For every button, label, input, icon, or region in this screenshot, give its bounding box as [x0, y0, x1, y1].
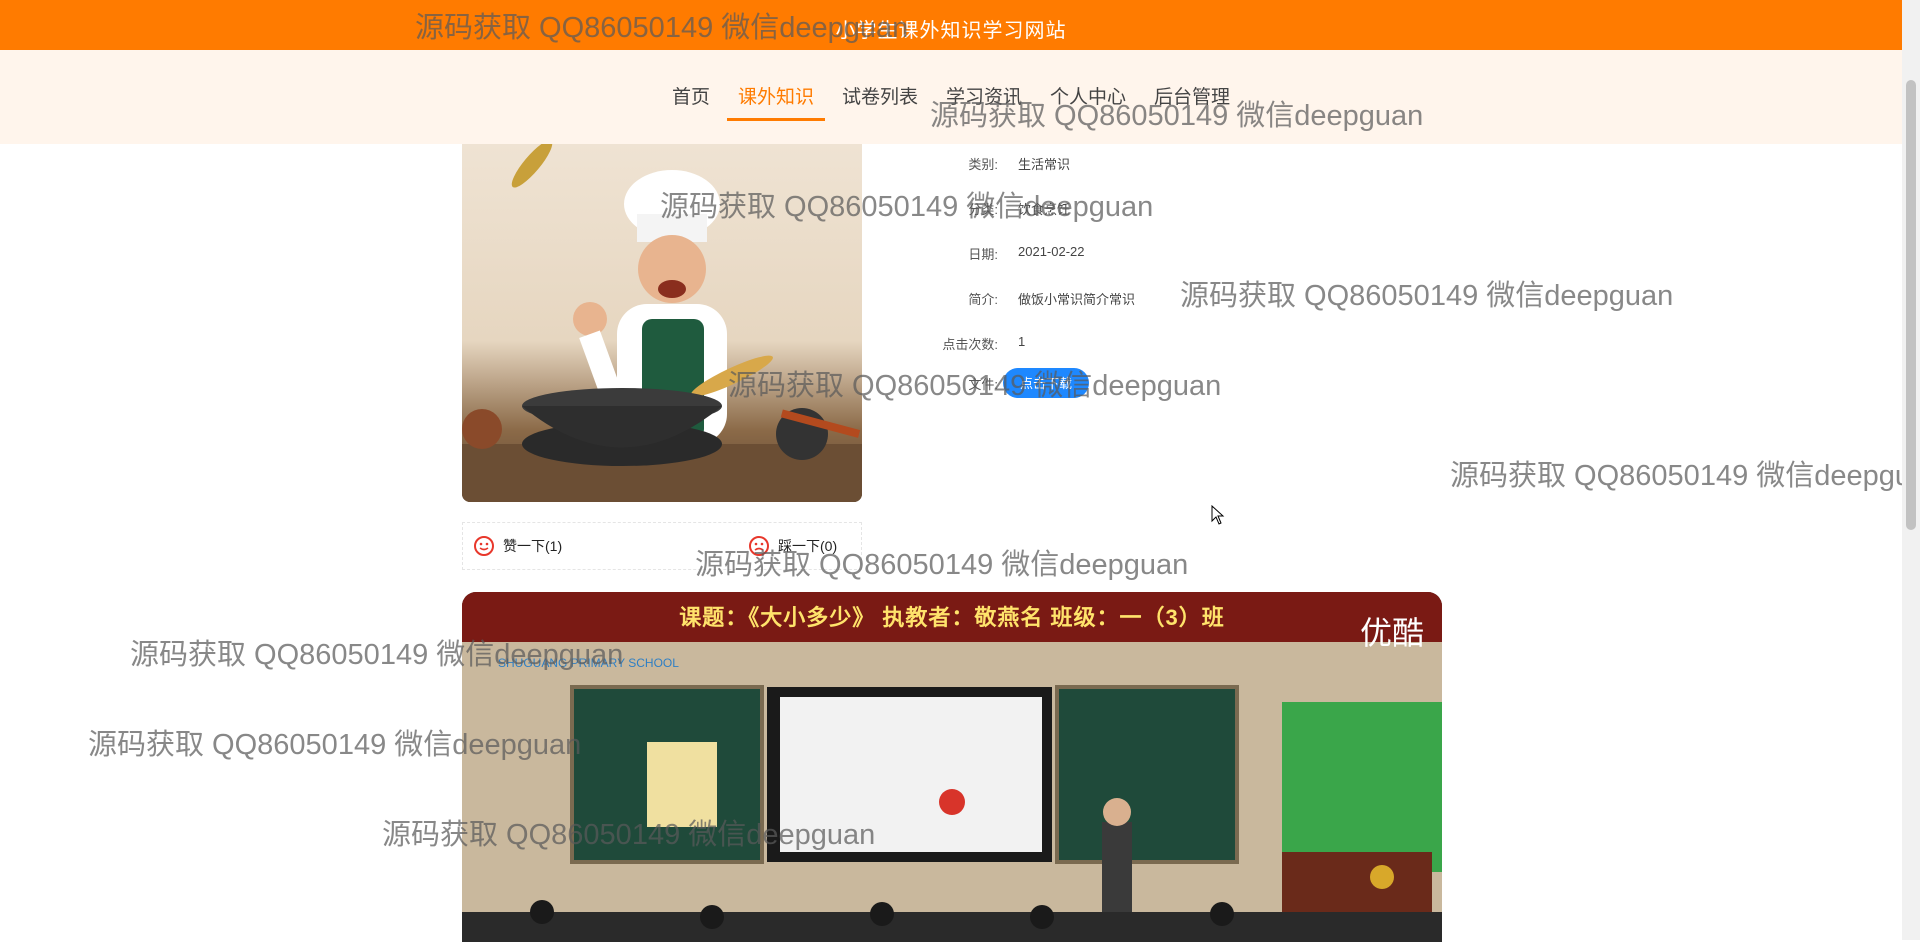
video-brand-logo: 优酷	[1359, 615, 1424, 651]
video-banner-text: 课题：《大小多少》 执教者：敬燕名 班级：一（3）班	[679, 605, 1225, 630]
nav-item-study-news[interactable]: 学习资讯	[935, 84, 1033, 121]
vote-bar: 赞一下(1) 踩一下(0)	[462, 522, 862, 570]
page-scrollbar[interactable]	[1902, 0, 1920, 940]
nav-item-exam-list[interactable]: 试卷列表	[831, 84, 929, 121]
mouse-cursor-icon	[1211, 505, 1225, 525]
dislike-button[interactable]: 踩一下(0)	[748, 535, 837, 557]
nav-item-admin[interactable]: 后台管理	[1143, 84, 1241, 121]
smile-icon	[474, 536, 494, 556]
nav-item-home[interactable]: 首页	[661, 84, 721, 121]
main-content: 类别: 生活常识 分类: 饮食烹饪 日期: 2021-02-22 简介: 做饭小…	[0, 144, 1902, 942]
classroom-video-frame	[462, 592, 1442, 942]
date-label: 日期:	[968, 247, 998, 262]
like-label: 赞一下(1)	[503, 538, 563, 554]
school-name-text: SHUGUANG PRIMARY SCHOOL	[498, 656, 679, 670]
nav-list: 首页 课外知识 试卷列表 学习资讯 个人中心 后台管理	[0, 84, 1902, 121]
type-label: 分类:	[968, 202, 998, 217]
top-header-bar: 小学生课外知识学习网站	[0, 0, 1902, 50]
category-label: 类别:	[968, 157, 998, 172]
like-button[interactable]: 赞一下(1)	[473, 535, 562, 557]
video-player[interactable]: 课题：《大小多少》 执教者：敬燕名 班级：一（3）班 优酷 SHUGUANG P…	[462, 592, 1442, 942]
dislike-label: 踩一下(0)	[778, 538, 838, 554]
intro-label: 简介:	[968, 292, 998, 307]
download-button[interactable]: 点击下载	[1003, 368, 1089, 398]
site-title: 小学生课外知识学习网站	[835, 20, 1067, 42]
date-value: 2021-02-22	[1018, 244, 1085, 259]
type-value: 饮食烹饪	[1018, 202, 1071, 217]
nav-item-personal-center[interactable]: 个人中心	[1039, 84, 1137, 121]
nav-item-extracurricular-knowledge[interactable]: 课外知识	[726, 84, 825, 121]
chef-illustration	[462, 144, 862, 502]
intro-value: 做饭小常识简介常识	[1018, 292, 1136, 307]
clicks-value: 1	[1018, 334, 1026, 349]
knowledge-cover-image	[462, 144, 862, 502]
file-label: 文件:	[968, 377, 998, 392]
main-nav: 首页 课外知识 试卷列表 学习资讯 个人中心 后台管理	[0, 50, 1902, 144]
frown-icon	[749, 536, 769, 556]
category-value: 生活常识	[1018, 157, 1071, 172]
scrollbar-thumb[interactable]	[1906, 80, 1916, 530]
clicks-label: 点击次数:	[942, 337, 998, 352]
